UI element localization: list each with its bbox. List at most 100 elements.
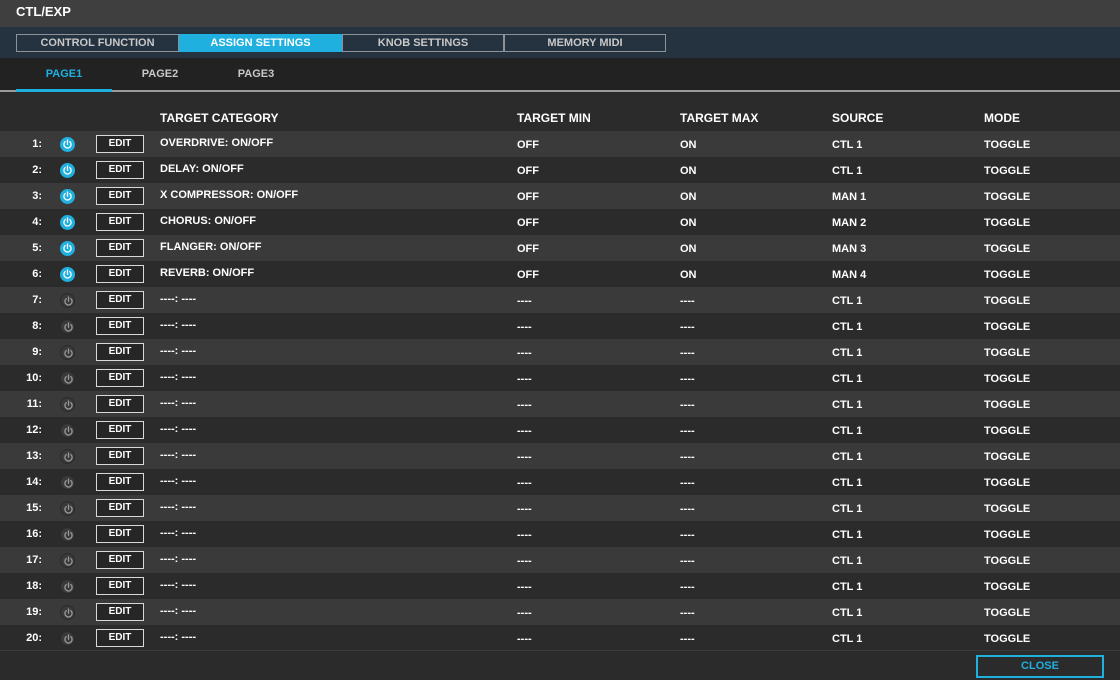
target-min-value[interactable]: ---- — [517, 477, 532, 489]
edit-button[interactable]: EDIT — [96, 577, 144, 595]
power-icon[interactable] — [60, 605, 75, 620]
page-tab-3[interactable]: PAGE3 — [208, 58, 304, 90]
target-max-value[interactable]: ON — [680, 217, 697, 229]
power-icon[interactable] — [60, 137, 75, 152]
target-category-value[interactable]: ----: ---- — [160, 397, 196, 409]
target-min-value[interactable]: ---- — [517, 373, 532, 385]
source-value[interactable]: MAN 3 — [832, 243, 866, 255]
target-category-value[interactable]: ----: ---- — [160, 475, 196, 487]
target-category-value[interactable]: ----: ---- — [160, 631, 196, 643]
source-value[interactable]: CTL 1 — [832, 165, 862, 177]
target-max-value[interactable]: ---- — [680, 555, 695, 567]
target-max-value[interactable]: ON — [680, 269, 697, 281]
mode-value[interactable]: TOGGLE — [984, 425, 1030, 437]
tab-control-function[interactable]: CONTROL FUNCTION — [16, 34, 179, 52]
target-min-value[interactable]: ---- — [517, 399, 532, 411]
target-max-value[interactable]: ---- — [680, 581, 695, 593]
page-tab-2[interactable]: PAGE2 — [112, 58, 208, 90]
power-icon[interactable] — [60, 371, 75, 386]
source-value[interactable]: CTL 1 — [832, 529, 862, 541]
target-category-value[interactable]: ----: ---- — [160, 579, 196, 591]
source-value[interactable]: MAN 2 — [832, 217, 866, 229]
target-category-value[interactable]: ----: ---- — [160, 423, 196, 435]
target-min-value[interactable]: ---- — [517, 451, 532, 463]
source-value[interactable]: CTL 1 — [832, 581, 862, 593]
close-button[interactable]: CLOSE — [976, 655, 1104, 678]
power-icon[interactable] — [60, 475, 75, 490]
power-icon[interactable] — [60, 319, 75, 334]
source-value[interactable]: CTL 1 — [832, 139, 862, 151]
target-min-value[interactable]: ---- — [517, 555, 532, 567]
power-icon[interactable] — [60, 527, 75, 542]
target-max-value[interactable]: ---- — [680, 477, 695, 489]
target-max-value[interactable]: ON — [680, 165, 697, 177]
edit-button[interactable]: EDIT — [96, 473, 144, 491]
target-max-value[interactable]: ---- — [680, 373, 695, 385]
power-icon[interactable] — [60, 501, 75, 516]
source-value[interactable]: CTL 1 — [832, 295, 862, 307]
target-min-value[interactable]: ---- — [517, 425, 532, 437]
source-value[interactable]: CTL 1 — [832, 425, 862, 437]
source-value[interactable]: CTL 1 — [832, 477, 862, 489]
target-max-value[interactable]: ---- — [680, 425, 695, 437]
edit-button[interactable]: EDIT — [96, 213, 144, 231]
power-icon[interactable] — [60, 267, 75, 282]
mode-value[interactable]: TOGGLE — [984, 191, 1030, 203]
source-value[interactable]: CTL 1 — [832, 607, 862, 619]
edit-button[interactable]: EDIT — [96, 603, 144, 621]
target-category-value[interactable]: CHORUS: ON/OFF — [160, 215, 256, 227]
mode-value[interactable]: TOGGLE — [984, 581, 1030, 593]
target-max-value[interactable]: ---- — [680, 633, 695, 645]
mode-value[interactable]: TOGGLE — [984, 503, 1030, 515]
edit-button[interactable]: EDIT — [96, 551, 144, 569]
target-max-value[interactable]: ---- — [680, 321, 695, 333]
mode-value[interactable]: TOGGLE — [984, 451, 1030, 463]
target-category-value[interactable]: ----: ---- — [160, 371, 196, 383]
target-min-value[interactable]: ---- — [517, 347, 532, 359]
target-min-value[interactable]: ---- — [517, 581, 532, 593]
target-max-value[interactable]: ON — [680, 243, 697, 255]
edit-button[interactable]: EDIT — [96, 161, 144, 179]
power-icon[interactable] — [60, 397, 75, 412]
power-icon[interactable] — [60, 345, 75, 360]
source-value[interactable]: CTL 1 — [832, 321, 862, 333]
target-max-value[interactable]: ON — [680, 191, 697, 203]
power-icon[interactable] — [60, 631, 75, 646]
target-min-value[interactable]: ---- — [517, 503, 532, 515]
target-category-value[interactable]: ----: ---- — [160, 527, 196, 539]
source-value[interactable]: CTL 1 — [832, 555, 862, 567]
target-min-value[interactable]: OFF — [517, 269, 539, 281]
target-max-value[interactable]: ---- — [680, 529, 695, 541]
edit-button[interactable]: EDIT — [96, 265, 144, 283]
power-icon[interactable] — [60, 553, 75, 568]
source-value[interactable]: CTL 1 — [832, 347, 862, 359]
target-category-value[interactable]: ----: ---- — [160, 605, 196, 617]
target-category-value[interactable]: ----: ---- — [160, 319, 196, 331]
target-min-value[interactable]: ---- — [517, 321, 532, 333]
edit-button[interactable]: EDIT — [96, 187, 144, 205]
mode-value[interactable]: TOGGLE — [984, 165, 1030, 177]
target-max-value[interactable]: ---- — [680, 295, 695, 307]
target-min-value[interactable]: ---- — [517, 295, 532, 307]
target-min-value[interactable]: OFF — [517, 165, 539, 177]
mode-value[interactable]: TOGGLE — [984, 217, 1030, 229]
mode-value[interactable]: TOGGLE — [984, 295, 1030, 307]
target-min-value[interactable]: ---- — [517, 529, 532, 541]
target-min-value[interactable]: OFF — [517, 217, 539, 229]
target-category-value[interactable]: DELAY: ON/OFF — [160, 163, 244, 175]
target-min-value[interactable]: OFF — [517, 191, 539, 203]
target-min-value[interactable]: OFF — [517, 243, 539, 255]
target-category-value[interactable]: OVERDRIVE: ON/OFF — [160, 137, 273, 149]
target-category-value[interactable]: ----: ---- — [160, 449, 196, 461]
target-max-value[interactable]: ---- — [680, 347, 695, 359]
page-tab-1[interactable]: PAGE1 — [16, 58, 112, 92]
source-value[interactable]: CTL 1 — [832, 451, 862, 463]
edit-button[interactable]: EDIT — [96, 239, 144, 257]
tab-knob-settings[interactable]: KNOB SETTINGS — [342, 34, 504, 52]
edit-button[interactable]: EDIT — [96, 629, 144, 647]
target-min-value[interactable]: ---- — [517, 633, 532, 645]
source-value[interactable]: CTL 1 — [832, 633, 862, 645]
tab-memory-midi[interactable]: MEMORY MIDI — [504, 34, 666, 52]
mode-value[interactable]: TOGGLE — [984, 555, 1030, 567]
power-icon[interactable] — [60, 163, 75, 178]
